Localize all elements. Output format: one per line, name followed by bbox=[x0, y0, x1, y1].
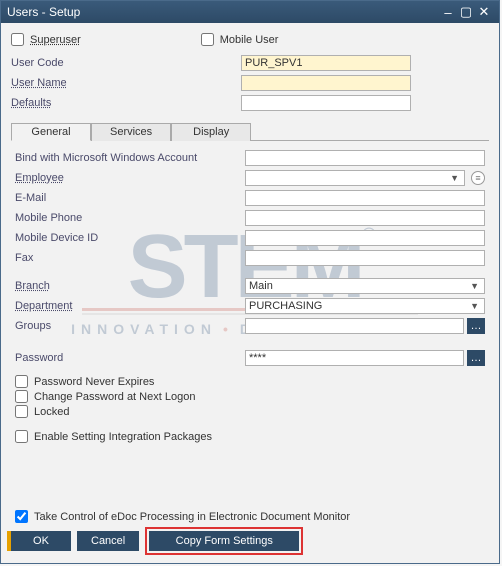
branch-dropdown[interactable]: Main ▼ bbox=[245, 278, 485, 294]
password-more-button[interactable]: … bbox=[467, 350, 485, 366]
chevron-down-icon: ▼ bbox=[468, 281, 481, 291]
user-code-input[interactable] bbox=[241, 55, 411, 71]
email-label: E-Mail bbox=[15, 192, 245, 204]
tab-strip: General Services Display bbox=[11, 122, 489, 141]
edoc-label: Take Control of eDoc Processing in Elect… bbox=[34, 511, 350, 523]
tab-services[interactable]: Services bbox=[91, 123, 171, 141]
pw-never-input[interactable] bbox=[15, 375, 28, 388]
superuser-label: Superuser bbox=[30, 34, 81, 46]
mobile-device-id-label: Mobile Device ID bbox=[15, 232, 245, 244]
user-code-label: User Code bbox=[11, 57, 241, 69]
enable-pkg-checkbox[interactable]: Enable Setting Integration Packages bbox=[15, 430, 485, 443]
enable-pkg-input[interactable] bbox=[15, 430, 28, 443]
chevron-down-icon: ▼ bbox=[448, 173, 461, 183]
pw-never-checkbox[interactable]: Password Never Expires bbox=[15, 375, 485, 388]
enable-pkg-label: Enable Setting Integration Packages bbox=[34, 431, 212, 443]
fax-label: Fax bbox=[15, 252, 245, 264]
pw-change-checkbox[interactable]: Change Password at Next Logon bbox=[15, 390, 485, 403]
pw-never-label: Password Never Expires bbox=[34, 376, 154, 388]
tab-display[interactable]: Display bbox=[171, 123, 251, 141]
locked-label: Locked bbox=[34, 406, 69, 418]
mobile-user-checkbox[interactable]: Mobile User bbox=[201, 33, 279, 46]
department-label[interactable]: Department bbox=[15, 300, 245, 312]
user-name-label[interactable]: User Name bbox=[11, 77, 241, 89]
employee-label[interactable]: Employee bbox=[15, 172, 245, 184]
fax-input[interactable] bbox=[245, 250, 485, 266]
bind-input[interactable] bbox=[245, 150, 485, 166]
groups-input[interactable] bbox=[245, 318, 464, 334]
content: STEM® INNOVATION•DESIGN•VALUE Superuser … bbox=[1, 23, 499, 563]
locked-input[interactable] bbox=[15, 405, 28, 418]
pw-change-input[interactable] bbox=[15, 390, 28, 403]
bind-label: Bind with Microsoft Windows Account bbox=[15, 152, 245, 164]
detail-icon: ≡ bbox=[475, 173, 480, 183]
bottom-bar: OK Cancel Copy Form Settings bbox=[11, 527, 489, 555]
locked-checkbox[interactable]: Locked bbox=[15, 405, 485, 418]
copy-form-highlight: Copy Form Settings bbox=[145, 527, 303, 555]
copy-form-settings-button[interactable]: Copy Form Settings bbox=[149, 531, 299, 551]
edoc-checkbox[interactable]: Take Control of eDoc Processing in Elect… bbox=[15, 510, 485, 523]
defaults-label[interactable]: Defaults bbox=[11, 97, 241, 109]
mobile-user-label: Mobile User bbox=[220, 34, 279, 46]
password-label: Password bbox=[15, 352, 245, 364]
close-icon[interactable]: ✕ bbox=[475, 4, 493, 20]
password-input[interactable] bbox=[245, 350, 464, 366]
minimize-icon[interactable]: – bbox=[439, 5, 457, 20]
department-dropdown[interactable]: PURCHASING ▼ bbox=[245, 298, 485, 314]
mobile-phone-input[interactable] bbox=[245, 210, 485, 226]
more-icon: … bbox=[471, 352, 482, 364]
defaults-input[interactable] bbox=[241, 95, 411, 111]
employee-dropdown[interactable]: ▼ bbox=[245, 170, 465, 186]
groups-label: Groups bbox=[15, 320, 245, 332]
cancel-button[interactable]: Cancel bbox=[77, 531, 139, 551]
more-icon: … bbox=[471, 320, 482, 332]
email-input[interactable] bbox=[245, 190, 485, 206]
mobile-device-id-input[interactable] bbox=[245, 230, 485, 246]
window: Users - Setup – ▢ ✕ STEM® INNOVATION•DES… bbox=[0, 0, 500, 564]
tab-general[interactable]: General bbox=[11, 123, 91, 141]
chevron-down-icon: ▼ bbox=[468, 301, 481, 311]
user-name-input[interactable] bbox=[241, 75, 411, 91]
window-title: Users - Setup bbox=[7, 5, 439, 19]
edoc-input[interactable] bbox=[15, 510, 28, 523]
pw-change-label: Change Password at Next Logon bbox=[34, 391, 195, 403]
titlebar: Users - Setup – ▢ ✕ bbox=[1, 1, 499, 23]
groups-more-button[interactable]: … bbox=[467, 318, 485, 334]
superuser-checkbox[interactable]: Superuser bbox=[11, 33, 81, 46]
tab-body-general: Bind with Microsoft Windows Account Empl… bbox=[11, 141, 489, 447]
mobile-user-input[interactable] bbox=[201, 33, 214, 46]
superuser-input[interactable] bbox=[11, 33, 24, 46]
ok-button[interactable]: OK bbox=[11, 531, 71, 551]
maximize-icon[interactable]: ▢ bbox=[457, 4, 475, 20]
employee-detail-button[interactable]: ≡ bbox=[471, 171, 485, 185]
branch-label[interactable]: Branch bbox=[15, 280, 245, 292]
mobile-phone-label: Mobile Phone bbox=[15, 212, 245, 224]
